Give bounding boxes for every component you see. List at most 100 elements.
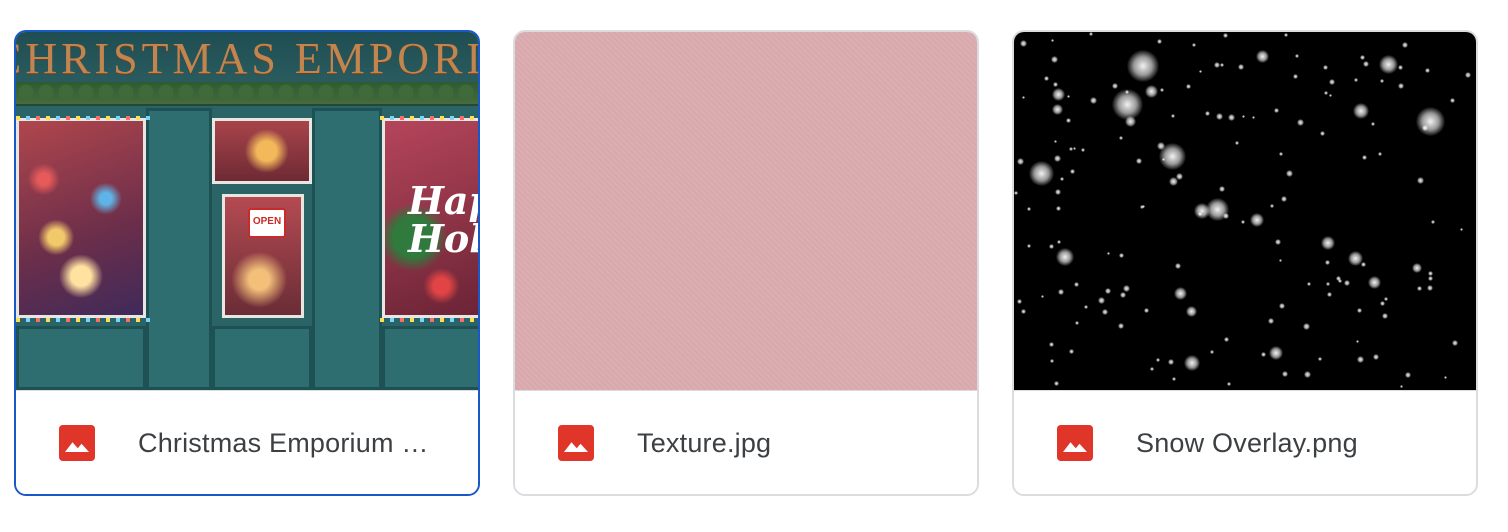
shop-sign-text: CHRISTMAS EMPORIUM (16, 34, 478, 83)
snowflake (1275, 239, 1282, 246)
file-name: Texture.jpg (637, 428, 772, 458)
snowflake (1398, 83, 1405, 90)
snowflake (1125, 90, 1129, 94)
snowflake (1348, 251, 1363, 266)
snowflake (1235, 141, 1239, 145)
snowflake (1070, 169, 1076, 175)
string-lights (380, 116, 478, 120)
snowflake (1268, 318, 1274, 324)
snowflake (1281, 196, 1288, 203)
snowflake (1053, 82, 1058, 87)
snowflake (1060, 177, 1065, 182)
snowflake (1325, 260, 1330, 265)
snowflake (1056, 248, 1075, 267)
snowflake (1329, 94, 1333, 98)
snowflake (1021, 309, 1027, 315)
snowflake (1098, 297, 1105, 304)
snowflake (1307, 282, 1312, 287)
snowflake (1368, 276, 1381, 289)
snowflake (1144, 308, 1149, 313)
snowflake (1250, 213, 1264, 227)
snowflake (1066, 118, 1072, 124)
shop-door-panel (212, 326, 312, 390)
snowflake (1160, 88, 1165, 93)
snowflake (1216, 113, 1223, 120)
snowflake (1465, 72, 1472, 79)
snowflake (1324, 91, 1328, 95)
snowflake (1186, 84, 1191, 89)
snowflake (1425, 68, 1431, 74)
snowflake (1119, 136, 1124, 141)
snowflake (1223, 213, 1230, 220)
open-sign: OPEN (248, 208, 286, 238)
snowflake (1279, 259, 1283, 263)
snowflake (1279, 152, 1284, 157)
file-card-christmas-emporium[interactable]: CHRISTMAS EMPORIUM OPEN Happy Holidays (14, 30, 480, 496)
snowflake (1171, 114, 1176, 119)
snowflake (1051, 56, 1058, 63)
snowflake (1136, 158, 1142, 164)
snowflake (1052, 88, 1065, 101)
snowflake (1323, 65, 1329, 71)
snowflake (1054, 140, 1058, 144)
snowflake (1452, 340, 1458, 346)
snowflake (1102, 309, 1108, 315)
snowflake (1014, 191, 1019, 196)
file-card-snow-overlay[interactable]: Snow Overlay.png (1012, 30, 1478, 496)
snowflake (1428, 276, 1433, 281)
snowflake (1054, 155, 1061, 162)
snowflake (1356, 340, 1360, 344)
snowflake (1049, 342, 1055, 348)
snowflake (1256, 50, 1269, 63)
snowflake (1050, 359, 1055, 364)
snowflake (1373, 354, 1379, 360)
snowflake (1242, 115, 1246, 119)
snowflake (1156, 358, 1160, 362)
file-card-footer: Christmas Emporium … (16, 390, 478, 494)
snowflake (1279, 303, 1286, 310)
snowflake (1150, 367, 1155, 372)
snowflake (1192, 43, 1196, 47)
file-thumbnail (1014, 32, 1476, 390)
snowflake (1444, 376, 1448, 380)
shop-panel (16, 326, 146, 390)
snowflake (1362, 155, 1368, 161)
snowflake (1112, 83, 1119, 90)
file-card-footer: Texture.jpg (515, 390, 977, 494)
snowflake (1304, 371, 1311, 378)
shop-pillar (312, 108, 382, 390)
snowflake (1284, 33, 1289, 38)
snowflake (1056, 206, 1061, 211)
snowflake (1017, 299, 1022, 304)
snowflake (1027, 207, 1032, 212)
snowflake (1357, 356, 1364, 363)
file-name: Christmas Emporium … (138, 428, 429, 458)
file-grid: CHRISTMAS EMPORIUM OPEN Happy Holidays (0, 0, 1508, 532)
snowflake (1318, 357, 1323, 362)
snowflake (1227, 382, 1232, 387)
garland (16, 82, 478, 106)
snowflake (1417, 177, 1424, 184)
image-file-icon (1057, 425, 1093, 461)
shop-panel (382, 326, 478, 390)
snowflake (1017, 158, 1024, 165)
snowflake (1295, 54, 1300, 59)
snowflake (1168, 359, 1174, 365)
snowflake (1416, 107, 1446, 137)
snowflake (1270, 204, 1274, 208)
snowflake (1327, 292, 1332, 297)
snowflake (1431, 220, 1435, 224)
snowflake (1293, 74, 1299, 80)
snowflake (1186, 306, 1198, 318)
snowflake (1105, 288, 1111, 294)
snowflake (1398, 65, 1403, 70)
file-card-texture[interactable]: Texture.jpg (513, 30, 979, 496)
snowflake (1400, 385, 1403, 388)
snowflake (1044, 76, 1049, 81)
snowflake (1199, 70, 1203, 74)
snowflake (1297, 119, 1304, 126)
snowflake (1049, 244, 1055, 250)
snowflake (1274, 108, 1280, 114)
snowflake (1241, 220, 1246, 225)
snowflake (1321, 236, 1335, 250)
